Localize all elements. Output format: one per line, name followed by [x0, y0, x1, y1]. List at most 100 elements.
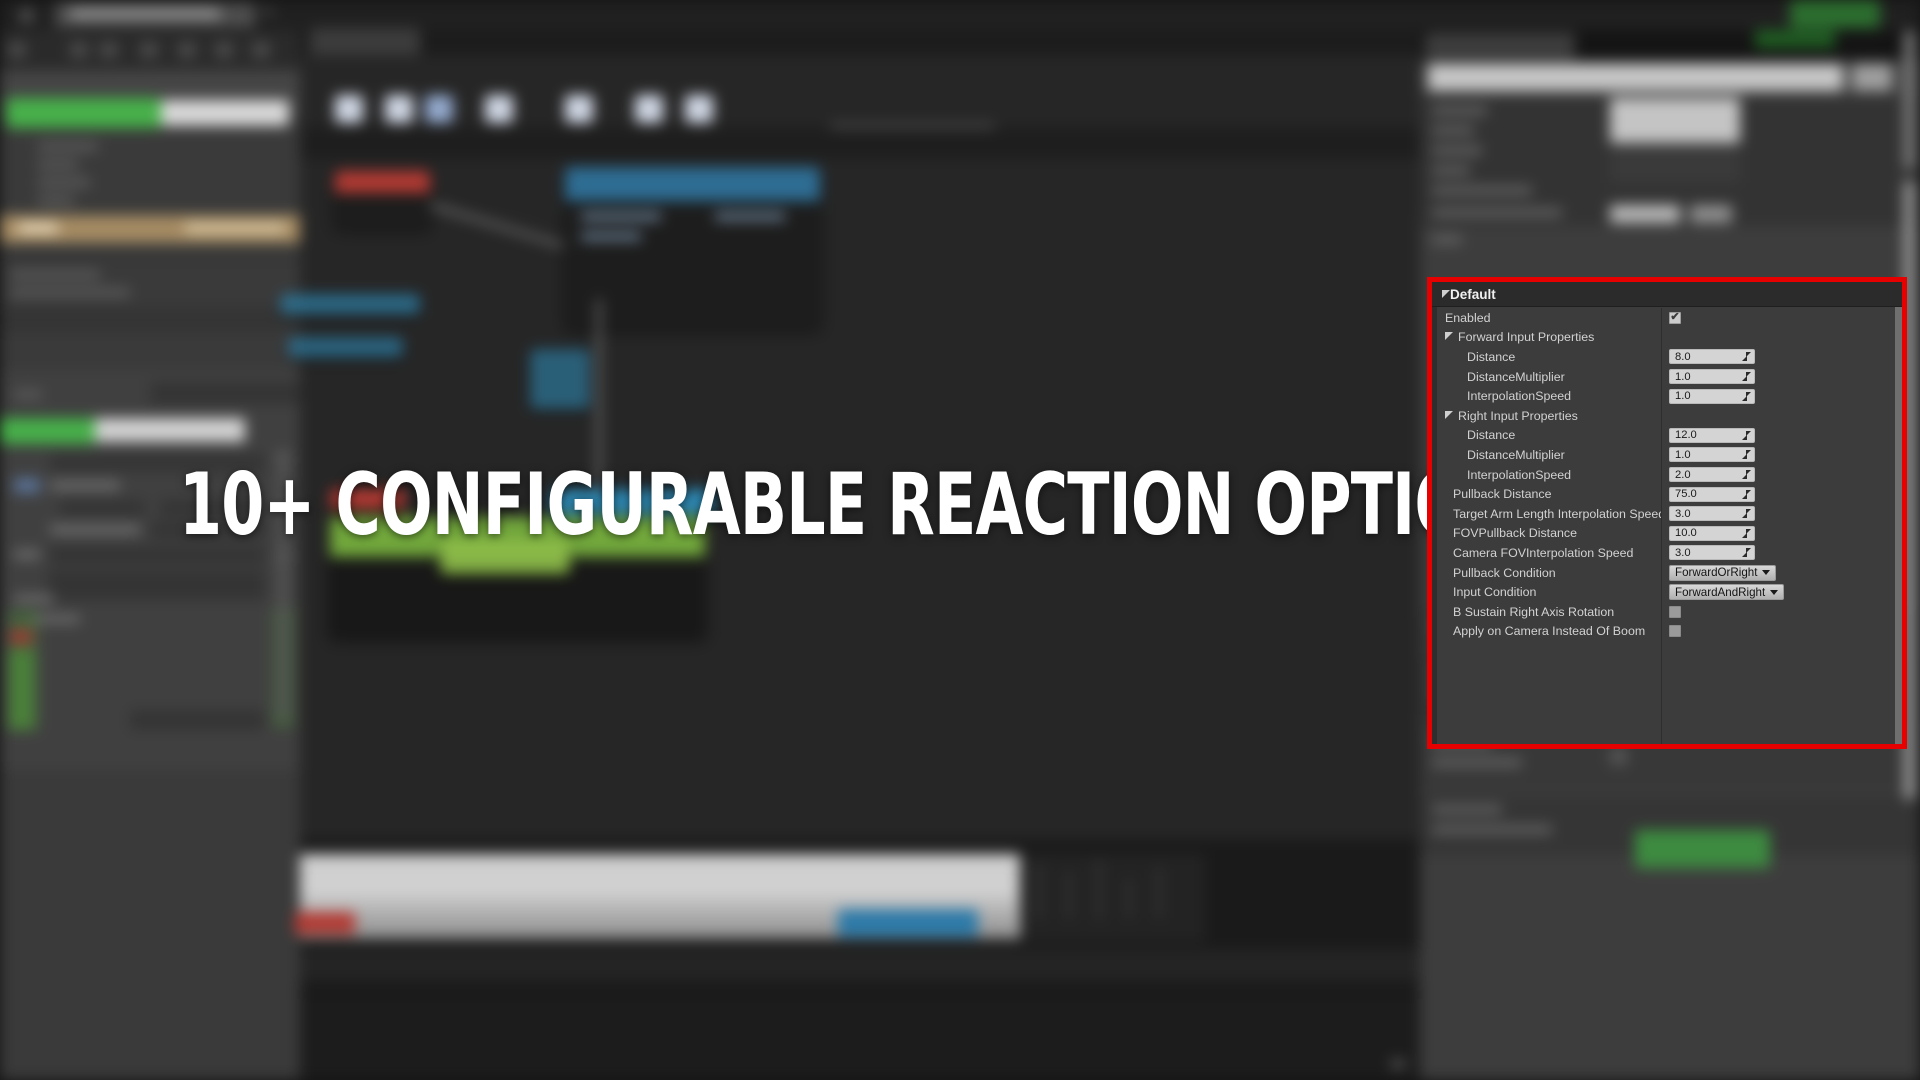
bottom-primary-button[interactable]	[838, 909, 978, 937]
property-value-cell: ForwardAndRight	[1661, 584, 1895, 601]
property-row[interactable]: Camera FOVInterpolation Speed 3.0	[1437, 543, 1895, 563]
toolbar-icon-play[interactable]	[635, 95, 663, 123]
left-list-item[interactable]	[10, 270, 100, 279]
details-search-input[interactable]	[1428, 64, 1843, 91]
property-label-text: Camera FOVInterpolation Speed	[1453, 545, 1634, 560]
number-input[interactable]: 1.0	[1669, 369, 1755, 385]
toolbar-icon-browse[interactable]	[425, 95, 453, 123]
left-list-item[interactable]	[38, 160, 78, 169]
property-label: Right Input Properties	[1437, 409, 1661, 423]
left-panel-primary-button[interactable]	[6, 98, 161, 128]
property-row[interactable]: Pullback Distance 75.0	[1437, 484, 1895, 504]
left-toolbar-icon-3[interactable]	[100, 42, 118, 58]
property-value-cell: 8.0	[1661, 349, 1895, 365]
spinner-drag-icon[interactable]	[1742, 352, 1751, 362]
left-panel-value-field[interactable]	[161, 100, 289, 126]
left-detail-primary-button[interactable]	[0, 418, 95, 444]
property-row[interactable]: Apply on Camera Instead Of Boom	[1437, 622, 1895, 642]
details-checkbox[interactable]	[1610, 748, 1627, 765]
spinner-drag-icon[interactable]	[1742, 391, 1751, 401]
number-input[interactable]: 12.0	[1669, 427, 1755, 443]
property-row[interactable]: InterpolationSpeed 1.0	[1437, 386, 1895, 406]
viewport-tab[interactable]	[310, 28, 420, 55]
left-list-item[interactable]	[10, 288, 130, 297]
toolbar-icon-debug[interactable]	[685, 95, 713, 123]
screenshot-root: 10+ CONFIGURABLE REACTION OPTIONS Defaul…	[0, 0, 1920, 1080]
expand-triangle-icon[interactable]	[1445, 410, 1453, 419]
details-action-b[interactable]	[1690, 205, 1732, 223]
checkbox[interactable]: ✔	[1669, 311, 1681, 324]
property-row[interactable]: Right Input Properties	[1437, 406, 1895, 426]
left-toolbar-icon-1[interactable]	[8, 42, 26, 58]
property-row[interactable]: B Sustain Right Axis Rotation	[1437, 602, 1895, 622]
toolbar-icon-settings[interactable]	[485, 95, 513, 123]
details-scrollbar-top[interactable]	[1904, 30, 1915, 170]
number-input-value: 12.0	[1675, 429, 1697, 442]
spinner-drag-icon[interactable]	[1742, 509, 1751, 519]
bottom-side-panel	[1025, 854, 1205, 942]
property-row[interactable]: Enabled ✔	[1437, 308, 1895, 328]
spinner-drag-icon[interactable]	[1742, 489, 1751, 499]
number-input-value: 8.0	[1675, 350, 1691, 363]
toolbar-icon-class-settings[interactable]	[565, 95, 593, 123]
left-toolbar-icon-6[interactable]	[215, 42, 233, 58]
property-row[interactable]: Distance 12.0	[1437, 426, 1895, 446]
spinner-drag-icon[interactable]	[1742, 430, 1751, 440]
details-action-a[interactable]	[1610, 205, 1680, 223]
property-row[interactable]: DistanceMultiplier 1.0	[1437, 367, 1895, 387]
graph-node-getter[interactable]	[288, 337, 403, 357]
property-label-text: InterpolationSpeed	[1467, 467, 1572, 482]
property-row[interactable]: Pullback Condition ForwardOrRight	[1437, 563, 1895, 583]
property-row[interactable]: Forward Input Properties	[1437, 328, 1895, 348]
spinner-drag-icon[interactable]	[1742, 528, 1751, 538]
left-toolbar-icon-2[interactable]	[70, 42, 88, 58]
panel-scrollbar[interactable]	[1895, 282, 1902, 744]
left-detail-field[interactable]	[95, 418, 245, 442]
window-accent-button[interactable]	[1790, 0, 1880, 28]
property-row[interactable]: Input Condition ForwardAndRight	[1437, 582, 1895, 602]
property-label: InterpolationSpeed	[1437, 468, 1661, 482]
number-input[interactable]: 1.0	[1669, 388, 1755, 404]
category-header-default[interactable]: Default	[1432, 282, 1902, 307]
spinner-drag-icon[interactable]	[1742, 548, 1751, 558]
property-row[interactable]: InterpolationSpeed 2.0	[1437, 465, 1895, 485]
graph-node-getter[interactable]	[280, 294, 420, 314]
dropdown-select[interactable]: ForwardOrRight	[1669, 564, 1777, 581]
graph-node-event[interactable]	[335, 171, 430, 227]
minimize-icon[interactable]	[262, 10, 274, 13]
left-list-item[interactable]	[38, 142, 98, 151]
left-toolbar-icon-5[interactable]	[178, 42, 196, 58]
promo-headline: 10+ CONFIGURABLE REACTION OPTIONS	[179, 455, 1562, 555]
left-toolbar-icon-4[interactable]	[140, 42, 158, 58]
number-input[interactable]: 75.0	[1669, 486, 1755, 502]
graph-node-function[interactable]	[565, 167, 820, 327]
number-input[interactable]: 10.0	[1669, 525, 1755, 541]
viewport-resize-handle[interactable]	[1391, 1060, 1405, 1068]
property-row[interactable]: DistanceMultiplier 1.0	[1437, 445, 1895, 465]
property-row[interactable]: Target Arm Length Interpolation Speed 3.0	[1437, 504, 1895, 524]
details-search-button[interactable]	[1852, 64, 1892, 91]
spinner-drag-icon[interactable]	[1742, 372, 1751, 382]
spinner-drag-icon[interactable]	[1742, 470, 1751, 480]
checkbox[interactable]	[1669, 605, 1681, 618]
number-input[interactable]: 1.0	[1669, 447, 1755, 463]
toolbar-icon-compile[interactable]	[335, 95, 363, 123]
checkbox[interactable]	[1669, 625, 1681, 638]
number-input[interactable]: 2.0	[1669, 467, 1755, 483]
left-toolbar-icon-7[interactable]	[252, 42, 270, 58]
property-row[interactable]: Distance 8.0	[1437, 347, 1895, 367]
expand-triangle-icon[interactable]	[1445, 332, 1453, 341]
left-list-item[interactable]	[38, 178, 90, 187]
spinner-drag-icon[interactable]	[1742, 450, 1751, 460]
left-list-item[interactable]	[38, 196, 74, 205]
number-input[interactable]: 3.0	[1669, 506, 1755, 522]
number-input[interactable]: 8.0	[1669, 349, 1755, 365]
details-tab[interactable]	[1425, 33, 1575, 59]
graph-node-mid[interactable]	[530, 349, 590, 409]
viewport-bottom-strip	[295, 839, 1420, 1080]
number-input[interactable]: 3.0	[1669, 545, 1755, 561]
toolbar-icon-save[interactable]	[385, 95, 413, 123]
dropdown-select[interactable]: ForwardAndRight	[1669, 584, 1785, 601]
details-primary-button[interactable]	[1635, 830, 1770, 868]
property-row[interactable]: FOVPullback Distance 10.0	[1437, 524, 1895, 544]
